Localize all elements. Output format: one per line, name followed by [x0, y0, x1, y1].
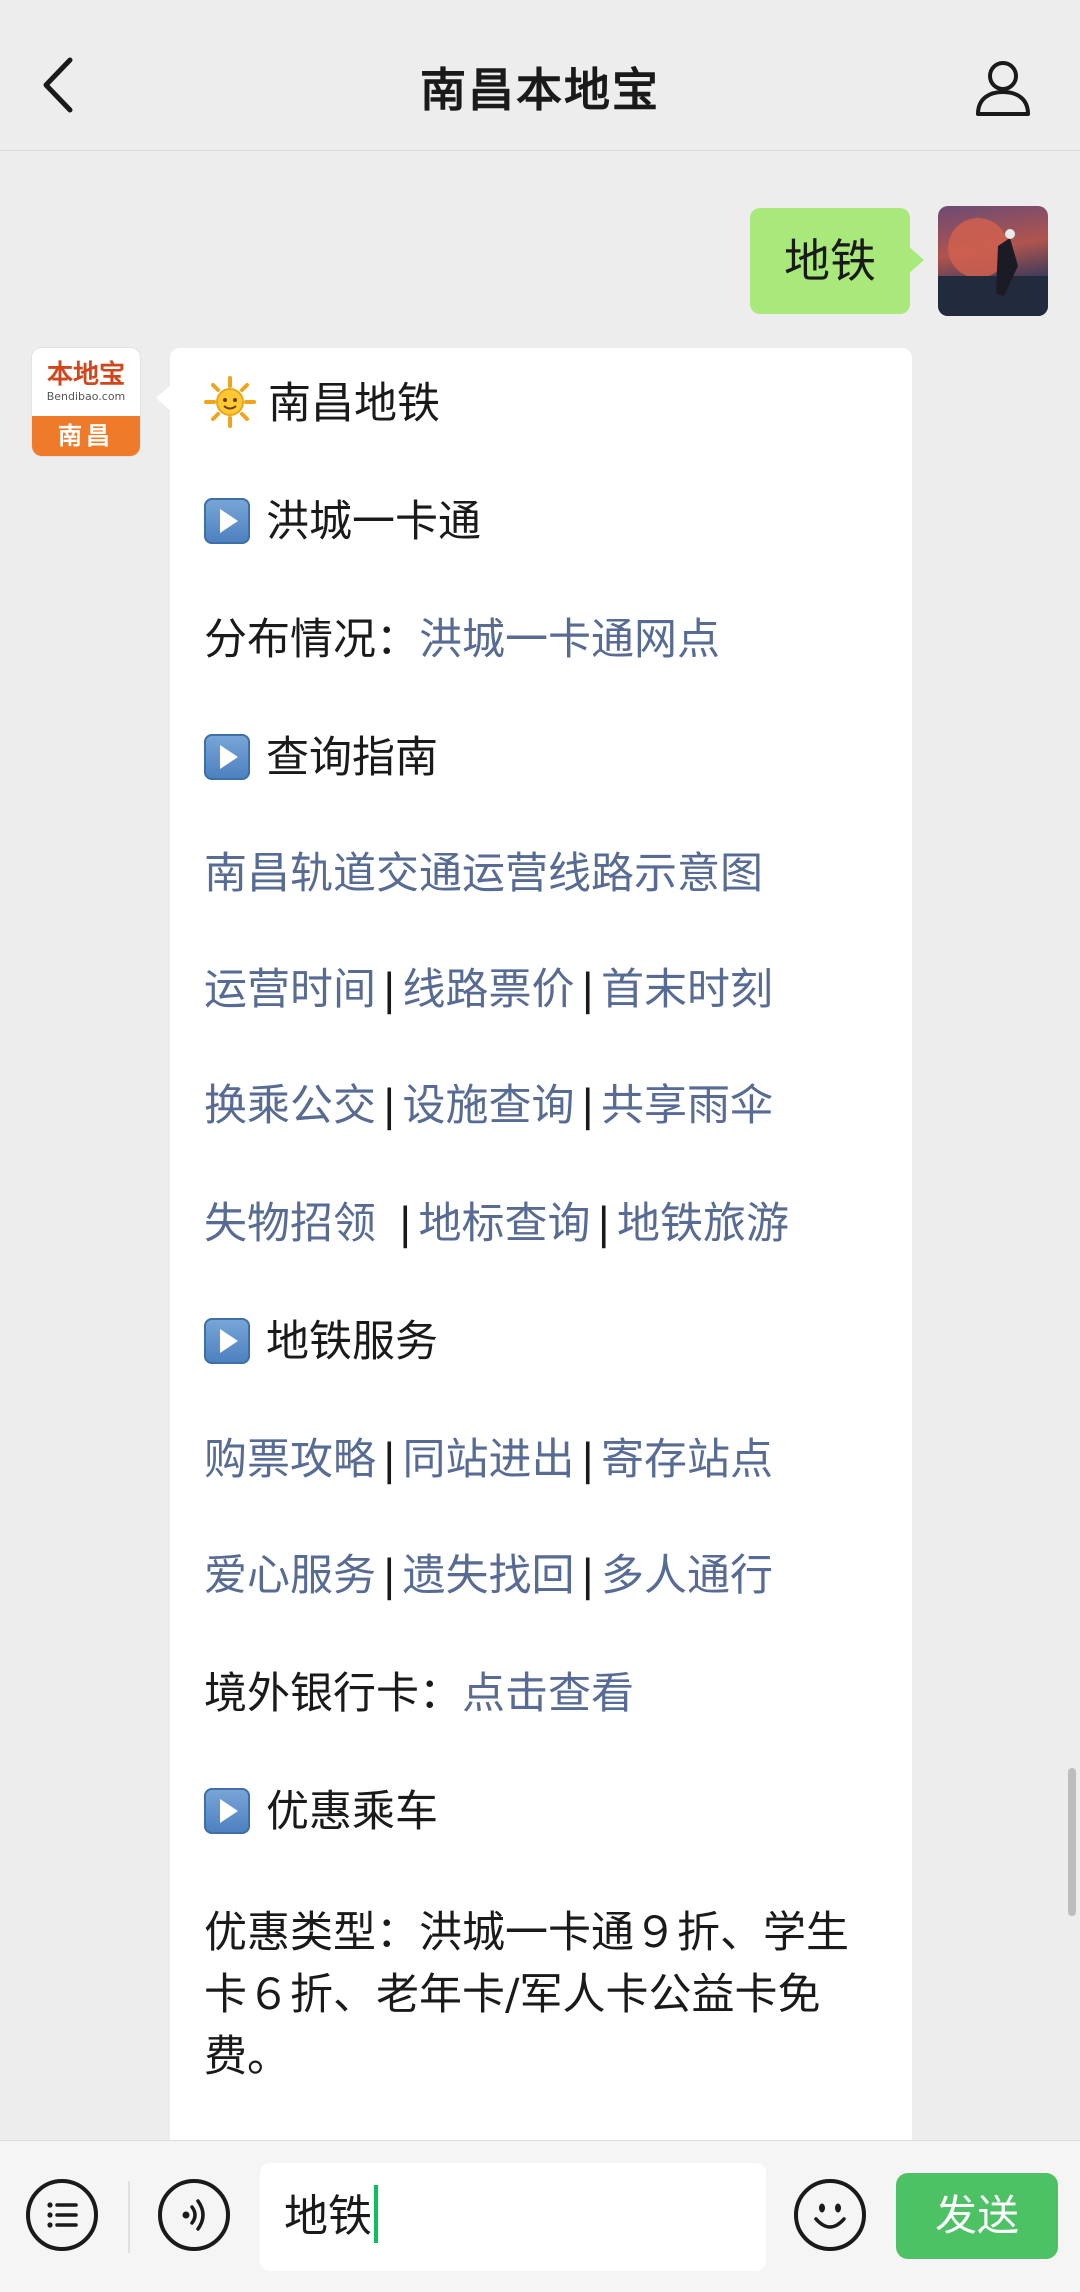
query-links-row-1: 运营时间 | 线路票价 | 首末时刻 [204, 960, 892, 1020]
section-heading-query: 查询指南 [204, 728, 892, 788]
menu-list-icon[interactable] [26, 2179, 98, 2251]
emoji-icon[interactable] [794, 2179, 866, 2251]
link-bus-transfer[interactable]: 换乘公交 [204, 1081, 376, 1131]
play-button-icon [204, 498, 250, 544]
section-heading-discount: 优惠乘车 [204, 1782, 892, 1842]
card-outlets-link[interactable]: 洪城一卡通网点 [419, 615, 720, 665]
link-metro-tourism[interactable]: 地铁旅游 [617, 1199, 789, 1249]
separator: | [580, 1551, 596, 1601]
avatar-url-text: Bendibao.com [46, 390, 126, 403]
input-value: 地铁 [284, 2191, 372, 2242]
play-button-icon [204, 734, 250, 780]
input-bar: 地铁 发送 [0, 2140, 1080, 2292]
link-care-service[interactable]: 爱心服务 [204, 1551, 376, 1601]
query-links-row-2: 换乘公交 | 设施查询 | 共享雨伞 [204, 1076, 892, 1136]
person-icon[interactable] [972, 56, 1034, 118]
play-button-icon [204, 1318, 250, 1364]
user-message-bubble[interactable]: 地铁 [750, 208, 924, 314]
service-links-row-1: 购票攻略 | 同站进出 | 寄存站点 [204, 1430, 892, 1490]
link-landmarks[interactable]: 地标查询 [419, 1199, 591, 1249]
link-lost-found[interactable]: 失物招领 [204, 1199, 376, 1249]
send-button[interactable]: 发送 [896, 2173, 1058, 2259]
text-caret [374, 2185, 378, 2243]
separator: | [580, 1081, 596, 1131]
separator: | [596, 1199, 612, 1249]
link-shared-umbrella[interactable]: 共享雨伞 [601, 1081, 773, 1131]
link-facilities[interactable]: 设施查询 [403, 1081, 575, 1131]
user-avatar[interactable] [938, 206, 1048, 316]
link-fares[interactable]: 线路票价 [403, 965, 575, 1015]
link-storage-stations[interactable]: 寄存站点 [601, 1435, 773, 1485]
separator: | [382, 1435, 397, 1485]
separator: | [580, 965, 596, 1015]
chat-title: 南昌本地宝 [420, 63, 660, 117]
separator: | [382, 965, 397, 1015]
query-links-row-3: 失物招领 | 地标查询 | 地铁旅游 [204, 1194, 892, 1254]
section-heading-card: 洪城一卡通 [204, 492, 892, 552]
service-links-row-2: 爱心服务 | 遗失找回 | 多人通行 [204, 1546, 892, 1606]
divider [128, 2181, 130, 2253]
message-input-text[interactable]: 地铁 [284, 2163, 378, 2271]
sun-emoji-icon [204, 376, 256, 428]
separator: | [382, 1551, 397, 1601]
separator: | [382, 1081, 397, 1131]
message-title-row: 南昌地铁 [204, 374, 892, 434]
link-lost-retrieval[interactable]: 遗失找回 [403, 1551, 575, 1601]
play-button-icon [204, 1788, 250, 1834]
message-title: 南昌地铁 [268, 379, 440, 429]
message-input[interactable]: 地铁 [260, 2163, 766, 2271]
link-first-last-train[interactable]: 首末时刻 [601, 965, 773, 1015]
section-heading-text: 地铁服务 [266, 1317, 438, 1367]
section-heading-text: 洪城一卡通 [266, 497, 481, 547]
section-heading-service: 地铁服务 [204, 1312, 892, 1372]
section-heading-text: 查询指南 [266, 733, 438, 783]
link-operating-hours[interactable]: 运营时间 [204, 965, 376, 1015]
route-map-row: 南昌轨道交通运营线路示意图 [204, 844, 892, 904]
route-map-link[interactable]: 南昌轨道交通运营线路示意图 [204, 849, 763, 899]
voice-input-icon[interactable] [158, 2179, 230, 2251]
avatar-city: 南昌 [32, 416, 140, 456]
section-heading-text: 优惠乘车 [266, 1787, 438, 1837]
list-icon [47, 2202, 78, 2228]
scroll-indicator[interactable] [1068, 1768, 1076, 1916]
sound-wave-icon [182, 2199, 205, 2231]
smiley-icon [814, 2203, 846, 2229]
separator: | [398, 1199, 413, 1249]
bank-card-label: 境外银行卡： [204, 1669, 462, 1719]
link-same-station-exit[interactable]: 同站进出 [403, 1435, 575, 1485]
separator: | [580, 1435, 596, 1485]
link-group-travel[interactable]: 多人通行 [601, 1551, 773, 1601]
discount-description: 优惠类型：洪城一卡通９折、学生卡６折、老年卡/军人卡公益卡免费。 [204, 1908, 849, 2082]
top-bar: 南昌本地宝 [0, 0, 1080, 151]
link-ticket-guide[interactable]: 购票攻略 [204, 1435, 376, 1485]
bot-avatar[interactable]: 本地宝 Bendibao.com 南昌 [32, 348, 140, 456]
avatar-image-icon [938, 218, 1048, 316]
bank-card-row: 境外银行卡：点击查看 [204, 1664, 892, 1724]
distribution-label: 分布情况： [204, 615, 419, 665]
distribution-row: 分布情况：洪城一卡通网点 [204, 610, 892, 670]
bot-message-bubble: 南昌地铁 洪城一卡通 分布情况：洪城一卡通网点 查询指南 南昌轨道交通运营线路示… [156, 348, 912, 2148]
bank-card-link[interactable]: 点击查看 [462, 1669, 634, 1719]
avatar-logo-text: 本地宝 [46, 360, 125, 390]
